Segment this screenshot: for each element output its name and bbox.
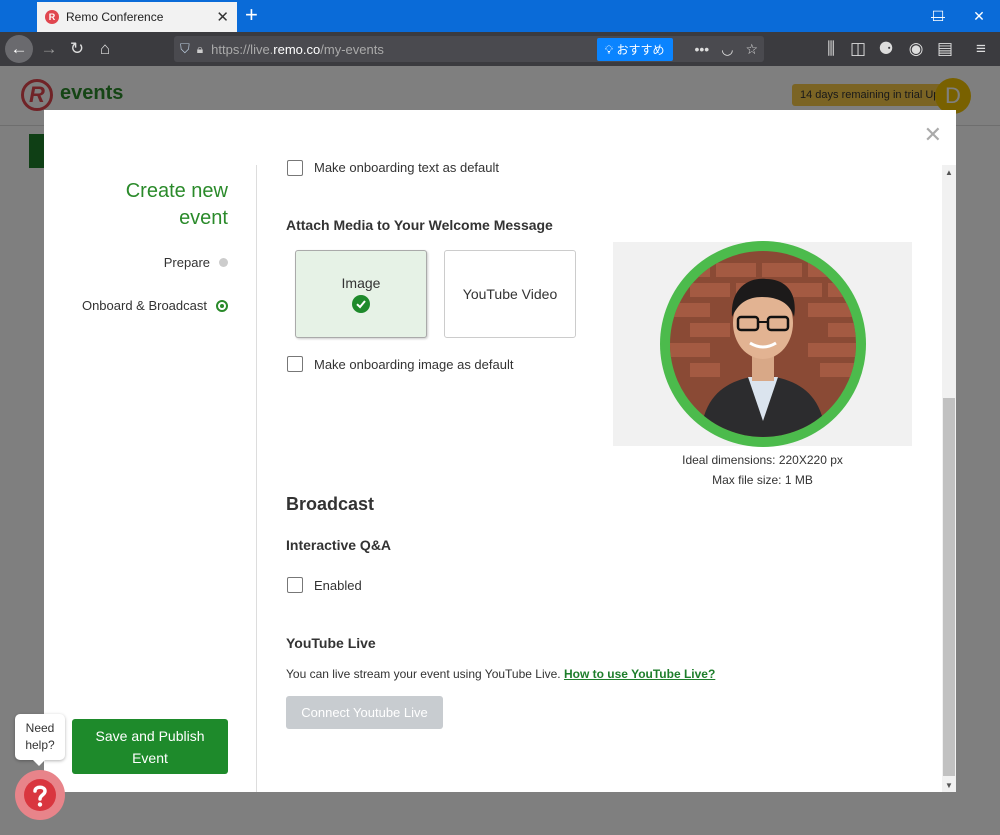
qa-enabled-checkbox[interactable] <box>287 577 303 593</box>
extension-icon[interactable]: ⚈ <box>873 36 899 62</box>
step-label: Onboard & Broadcast <box>81 298 207 313</box>
account-icon[interactable]: ◉ <box>903 36 929 62</box>
ideal-dimensions-text: Ideal dimensions: 220X220 px <box>682 453 843 467</box>
pocket-icon[interactable]: ◡ <box>721 41 733 58</box>
remo-favicon-icon: R <box>45 10 59 24</box>
image-preview[interactable] <box>613 241 912 447</box>
media-option-label: Image <box>341 275 381 291</box>
create-event-modal: ✕ Create new event Prepare Onboard & Bro… <box>44 110 956 792</box>
menu-hamburger-icon[interactable]: ≡ <box>968 36 994 62</box>
save-and-publish-button[interactable]: Save and Publish Event <box>72 719 228 774</box>
sidebar-toggle-icon[interactable]: ◫ <box>845 36 871 62</box>
lock-icon[interactable]: 🔒︎ <box>197 42 203 57</box>
browser-titlebar: R Remo Conference ✕ + — ☐ ✕ <box>0 0 1000 32</box>
broadcast-title: Broadcast <box>286 494 375 514</box>
checkmark-icon <box>352 295 370 313</box>
youtube-live-title: YouTube Live <box>286 635 376 651</box>
step-active-indicator-icon <box>216 299 228 312</box>
default-image-label: Make onboarding image as default <box>314 357 514 372</box>
profile-photo <box>669 251 856 437</box>
scroll-down-icon[interactable]: ▼ <box>942 778 956 792</box>
window-close-icon[interactable]: ✕ <box>958 0 1000 32</box>
address-bar[interactable]: ⛉ 🔒︎ https://live.remo.co/my-events 💡︎ お… <box>174 36 764 62</box>
default-text-checkbox[interactable] <box>287 160 303 176</box>
media-option-image[interactable]: Image <box>295 250 427 338</box>
modal-title: Create new event <box>125 180 228 229</box>
youtube-help-link[interactable]: How to use YouTube Live? <box>564 667 715 681</box>
youtube-live-description: You can live stream your event using You… <box>286 667 716 681</box>
media-option-youtube[interactable]: YouTube Video <box>444 250 576 338</box>
library-icon[interactable]: ⫼ <box>818 36 844 62</box>
default-image-checkbox[interactable] <box>287 356 303 372</box>
step-indicator-icon <box>219 258 228 267</box>
back-arrow-icon[interactable]: ← <box>5 35 33 63</box>
step-prepare[interactable]: Prepare <box>44 255 228 270</box>
max-file-size-text: Max file size: 1 MB <box>712 473 813 487</box>
interactive-qa-title: Interactive Q&A <box>286 537 392 553</box>
attach-media-title: Attach Media to Your Welcome Message <box>286 217 553 233</box>
forward-arrow-icon[interactable]: → <box>36 36 62 62</box>
modal-scrollbar[interactable]: ▲ ▼ <box>942 165 956 792</box>
new-tab-icon[interactable]: + <box>245 3 258 27</box>
sidebar-divider <box>256 165 257 792</box>
browser-tab[interactable]: R Remo Conference ✕ <box>37 2 237 32</box>
step-label: Prepare <box>163 255 210 270</box>
scroll-up-icon[interactable]: ▲ <box>942 165 956 179</box>
default-text-label: Make onboarding text as default <box>314 160 500 175</box>
tab-title: Remo Conference <box>66 10 164 24</box>
maximize-icon[interactable]: ☐ <box>918 0 958 32</box>
more-actions-icon[interactable]: ••• <box>695 41 710 57</box>
close-icon[interactable]: ✕ <box>924 124 942 146</box>
browser-toolbar: ← → ↻ ⌂ ⛉ 🔒︎ https://live.remo.co/my-eve… <box>0 32 1000 66</box>
url-text: https://live.remo.co/my-events <box>211 41 384 57</box>
recommend-button[interactable]: 💡︎ おすすめ <box>596 37 673 61</box>
tracking-shield-icon[interactable]: ⛉ <box>180 41 190 57</box>
media-option-label: YouTube Video <box>462 286 558 302</box>
home-icon[interactable]: ⌂ <box>92 36 118 62</box>
qa-enabled-label: Enabled <box>314 578 362 593</box>
need-help-bubble[interactable]: Need help? <box>15 714 65 766</box>
step-onboard-broadcast[interactable]: Onboard & Broadcast <box>44 298 228 313</box>
bookmark-star-icon[interactable]: ☆ <box>745 41 758 58</box>
extension-badge-icon[interactable]: ▤ <box>932 36 958 62</box>
connect-youtube-button[interactable]: Connect Youtube Live <box>286 696 443 729</box>
reload-icon[interactable]: ↻ <box>64 36 90 62</box>
scroll-thumb[interactable] <box>943 398 955 776</box>
help-button[interactable] <box>15 770 65 820</box>
question-mark-icon <box>24 779 56 811</box>
preview-frame <box>659 241 866 447</box>
close-tab-icon[interactable]: ✕ <box>216 8 229 26</box>
